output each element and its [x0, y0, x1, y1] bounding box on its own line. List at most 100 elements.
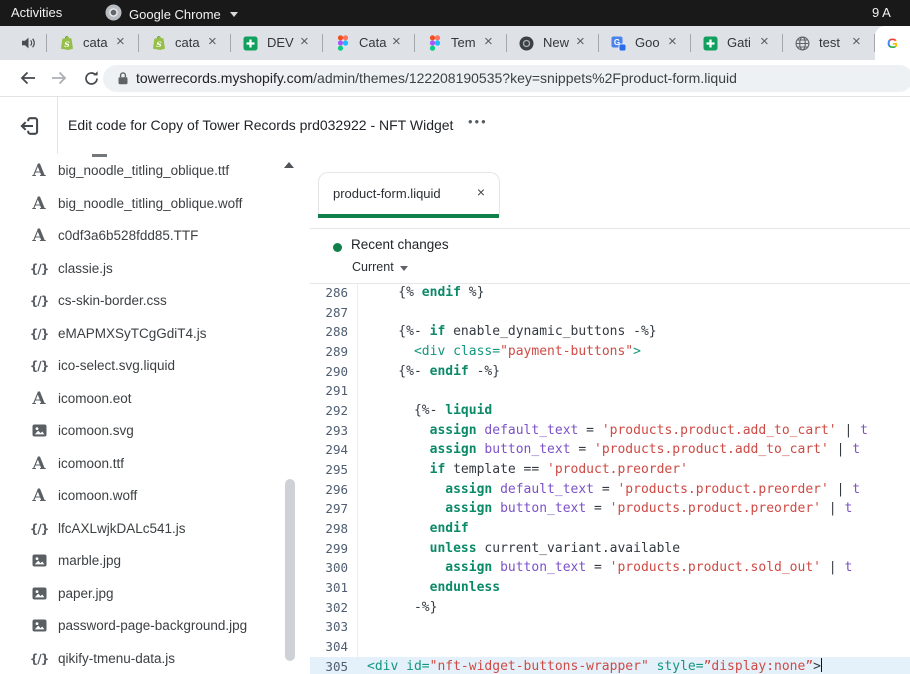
- version-chevron-down-icon[interactable]: [400, 266, 408, 271]
- file-name: big_noodle_titling_oblique.woff: [58, 196, 242, 211]
- code-line[interactable]: 302 -%}: [310, 598, 910, 618]
- sidebar-scrollbar-thumb[interactable]: [285, 479, 295, 661]
- code-line[interactable]: 291: [310, 381, 910, 401]
- app-menu-label: Google Chrome: [129, 7, 221, 22]
- code-line[interactable]: 296 assign default_text = 'products.prod…: [310, 480, 910, 500]
- back-button[interactable]: [19, 70, 37, 91]
- tab-title: New: [543, 35, 573, 50]
- browser-tab[interactable]: GGoo×: [599, 26, 691, 60]
- lock-icon[interactable]: [117, 71, 129, 91]
- file-name: qikify-tmenu-data.js: [58, 651, 175, 666]
- code-line[interactable]: 300 assign button_text = 'products.produ…: [310, 558, 910, 578]
- editor-tab-close-icon[interactable]: ×: [477, 184, 485, 200]
- code-line[interactable]: 305<div id="nft-widget-buttons-wrapper" …: [310, 657, 910, 674]
- shopify-favicon: S: [59, 35, 75, 51]
- activities-button[interactable]: Activities: [11, 5, 62, 20]
- tab-close-icon[interactable]: ×: [576, 33, 585, 50]
- code-line[interactable]: 292 {%- liquid: [310, 401, 910, 421]
- code-line[interactable]: 294 assign button_text = 'products.produ…: [310, 440, 910, 460]
- tab-close-icon[interactable]: ×: [208, 33, 217, 50]
- image-file-icon: [28, 422, 50, 442]
- figma-favicon: [427, 35, 443, 51]
- font-file-icon: A: [28, 455, 50, 474]
- address-bar[interactable]: towerrecords.myshopify.com/admin/themes/…: [103, 65, 910, 92]
- file-item[interactable]: Abig_noodle_titling_oblique.woff: [0, 188, 280, 220]
- tab-close-icon[interactable]: ×: [392, 33, 401, 50]
- code-line[interactable]: 301 endunless: [310, 578, 910, 598]
- file-item[interactable]: icomoon.svg: [0, 415, 280, 447]
- browser-tab[interactable]: New×: [507, 26, 599, 60]
- file-item[interactable]: {/}qikify-tmenu-data.js: [0, 643, 280, 674]
- code-line[interactable]: 303: [310, 617, 910, 637]
- url-domain: towerrecords.myshopify.com: [136, 70, 313, 86]
- file-item[interactable]: Aicomoon.ttf: [0, 448, 280, 480]
- tab-title: cata: [83, 35, 113, 50]
- tab-close-icon[interactable]: ×: [484, 33, 493, 50]
- code-line[interactable]: 289 <div class="payment-buttons">: [310, 342, 910, 362]
- forward-button[interactable]: [50, 70, 68, 91]
- code-line[interactable]: 297 assign button_text = 'products.produ…: [310, 499, 910, 519]
- scroll-up-icon[interactable]: [284, 162, 294, 168]
- file-item[interactable]: {/}lfcAXLwjkDALc541.js: [0, 513, 280, 545]
- line-number: 286: [310, 283, 358, 303]
- code-line[interactable]: 286 {% endif %}: [310, 283, 910, 303]
- reload-button[interactable]: [83, 70, 100, 92]
- browser-tab[interactable]: Gati×: [691, 26, 783, 60]
- line-number: 292: [310, 401, 358, 421]
- file-item[interactable]: password-page-background.jpg: [0, 610, 280, 642]
- code-line[interactable]: 293 assign default_text = 'products.prod…: [310, 421, 910, 441]
- code-line[interactable]: 299 unless current_variant.available: [310, 539, 910, 559]
- speaker-icon[interactable]: [21, 36, 36, 55]
- header-divider: [57, 97, 58, 154]
- tab-close-icon[interactable]: ×: [668, 33, 677, 50]
- file-item[interactable]: {/}classie.js: [0, 253, 280, 285]
- code-editor-pane: product-form.liquid × Recent changes Cur…: [310, 154, 910, 674]
- code-line[interactable]: 287: [310, 303, 910, 323]
- editor-file-tab-label: product-form.liquid: [333, 186, 441, 201]
- file-item[interactable]: Abig_noodle_titling_oblique.ttf: [0, 155, 280, 187]
- file-sidebar: Abig_noodle_titling_oblique.ttfAbig_nood…: [0, 154, 311, 674]
- file-item[interactable]: {/}eMAPMXSyTCgGdiT4.js: [0, 318, 280, 350]
- tab-close-icon[interactable]: ×: [760, 33, 769, 50]
- line-number: 299: [310, 539, 358, 559]
- exit-code-editor-icon[interactable]: [18, 114, 42, 138]
- file-item[interactable]: {/}cs-skin-border.css: [0, 285, 280, 317]
- version-dropdown[interactable]: Current: [352, 260, 394, 274]
- tab-close-icon[interactable]: ×: [852, 33, 861, 50]
- screen: Activities Google Chrome 9 A Scata×Scata…: [0, 0, 910, 674]
- browser-tab[interactable]: Scata×: [139, 26, 231, 60]
- editor-file-tab[interactable]: product-form.liquid ×: [318, 172, 500, 215]
- clock-label[interactable]: 9 A: [872, 5, 891, 20]
- code-line[interactable]: 295 if template == 'product.preorder': [310, 460, 910, 480]
- code-line[interactable]: 290 {%- endif -%}: [310, 362, 910, 382]
- file-item[interactable]: paper.jpg: [0, 578, 280, 610]
- tab-close-icon[interactable]: ×: [116, 33, 125, 50]
- font-file-icon: A: [28, 195, 50, 214]
- os-top-bar: Activities Google Chrome 9 A: [0, 0, 910, 26]
- browser-tab[interactable]: G: [875, 26, 910, 60]
- file-item[interactable]: marble.jpg: [0, 545, 280, 577]
- tab-close-icon[interactable]: ×: [300, 33, 309, 50]
- more-options-button[interactable]: •••: [468, 114, 488, 129]
- code-line[interactable]: 288 {%- if enable_dynamic_buttons -%}: [310, 322, 910, 342]
- file-item[interactable]: Aicomoon.eot: [0, 383, 280, 415]
- file-item[interactable]: Aicomoon.woff: [0, 480, 280, 512]
- browser-tab[interactable]: DEV×: [231, 26, 323, 60]
- code-area[interactable]: 286 {% endif %}287288 {%- if enable_dyna…: [310, 283, 910, 674]
- image-file-icon: [28, 552, 50, 572]
- browser-tab[interactable]: test×: [783, 26, 875, 60]
- url-path: /admin/themes/122208190535?key=snippets%…: [313, 70, 737, 86]
- unsaved-changes-dot-icon: [333, 243, 342, 252]
- code-line[interactable]: 298 endif: [310, 519, 910, 539]
- file-item[interactable]: {/}ico-select.svg.liquid: [0, 350, 280, 382]
- app-menu[interactable]: Google Chrome: [105, 4, 238, 24]
- browser-tab[interactable]: Cata×: [323, 26, 415, 60]
- code-file-icon: {/}: [28, 325, 50, 343]
- file-item[interactable]: Ac0df3a6b528fdd85.TTF: [0, 220, 280, 252]
- line-number: 290: [310, 362, 358, 382]
- browser-tab[interactable]: Scata×: [47, 26, 139, 60]
- code-line[interactable]: 304: [310, 637, 910, 657]
- line-number: 288: [310, 322, 358, 342]
- browser-tab[interactable]: Tem×: [415, 26, 507, 60]
- figma-favicon: [335, 35, 351, 51]
